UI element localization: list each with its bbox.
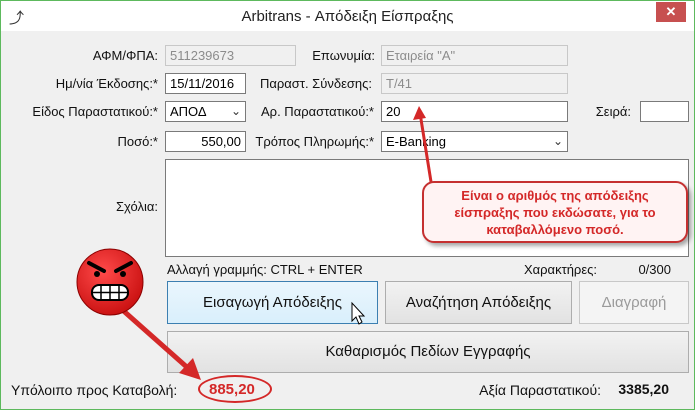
angry-face-icon xyxy=(76,248,144,316)
balance-arrow xyxy=(116,304,201,380)
callout-arrow xyxy=(413,106,434,189)
explanation-callout: Είναι ο αριθμός της απόδειξης είσπραξης … xyxy=(422,181,688,243)
mouse-cursor-icon xyxy=(351,301,366,325)
